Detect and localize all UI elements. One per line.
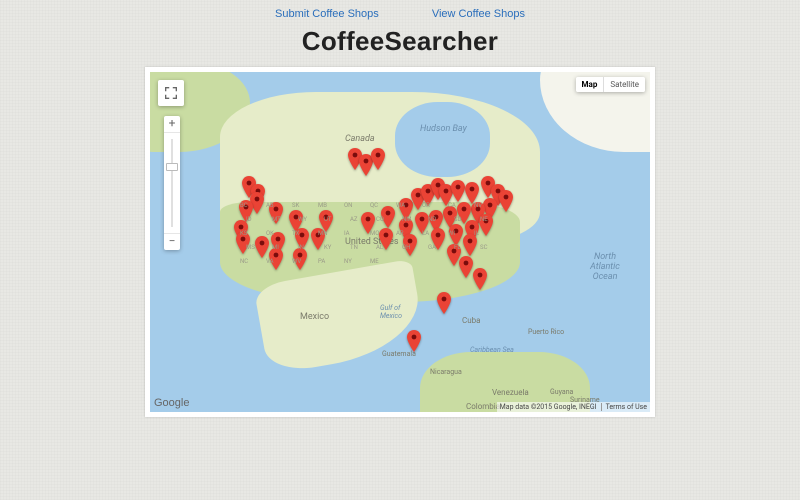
hudson-bay-water [395, 102, 490, 177]
map-pin-icon[interactable] [319, 210, 333, 232]
map-type-map-button[interactable]: Map [576, 77, 604, 92]
map-pin-icon[interactable] [473, 268, 487, 290]
map-pin-icon[interactable] [499, 190, 513, 212]
map-pin-icon[interactable] [236, 232, 250, 254]
map-pin-icon[interactable] [255, 236, 269, 258]
map-pin-icon[interactable] [431, 228, 445, 250]
nav-view-link[interactable]: View Coffee Shops [432, 8, 525, 20]
map-pin-icon[interactable] [449, 224, 463, 246]
map-pin-icon[interactable] [361, 212, 375, 234]
fullscreen-icon [163, 85, 179, 101]
attribution-text: Map data ©2015 Google, INEGI [500, 403, 597, 411]
zoom-slider-track[interactable] [164, 132, 180, 234]
map-pin-icon[interactable] [381, 206, 395, 228]
map-pin-icon[interactable] [459, 256, 473, 278]
map-pin-icon[interactable] [379, 228, 393, 250]
fullscreen-button[interactable] [158, 80, 184, 106]
label-north-atlantic: North Atlantic Ocean [580, 252, 630, 282]
google-logo: Google [154, 397, 189, 409]
map-pin-icon[interactable] [463, 234, 477, 256]
nav-submit-link[interactable]: Submit Coffee Shops [275, 8, 379, 20]
map-pin-icon[interactable] [239, 200, 253, 222]
map-pin-icon[interactable] [293, 248, 307, 270]
page-title: CoffeeSearcher [0, 26, 800, 57]
map-pin-icon[interactable] [269, 248, 283, 270]
map-pin-icon[interactable] [415, 212, 429, 234]
zoom-control: + − [164, 116, 180, 250]
label-cuba: Cuba [462, 316, 480, 325]
map-pin-icon[interactable] [295, 228, 309, 250]
map-type-satellite-button[interactable]: Satellite [603, 77, 645, 92]
map-pin-icon[interactable] [407, 330, 421, 352]
map-pin-icon[interactable] [479, 214, 493, 236]
map-pin-icon[interactable] [437, 292, 451, 314]
map-pin-icon[interactable] [465, 182, 479, 204]
map-pin-icon[interactable] [269, 202, 283, 224]
map-frame: Canada United States Mexico Cuba Guatema… [145, 67, 655, 417]
terms-link[interactable]: Terms of Use [601, 403, 647, 411]
zoom-slider-handle[interactable] [166, 163, 178, 171]
map-pin-icon[interactable] [451, 180, 465, 202]
map-canvas[interactable]: Canada United States Mexico Cuba Guatema… [150, 72, 650, 412]
map-type-control: Map Satellite [576, 77, 645, 92]
map-pin-icon[interactable] [371, 148, 385, 170]
map-attribution: Map data ©2015 Google, INEGI Terms of Us… [497, 402, 650, 412]
map-pin-icon[interactable] [403, 234, 417, 256]
top-nav: Submit Coffee Shops View Coffee Shops [0, 0, 800, 20]
zoom-out-button[interactable]: − [164, 234, 180, 250]
label-puerto-rico: Puerto Rico [528, 328, 564, 336]
zoom-in-button[interactable]: + [164, 116, 180, 132]
